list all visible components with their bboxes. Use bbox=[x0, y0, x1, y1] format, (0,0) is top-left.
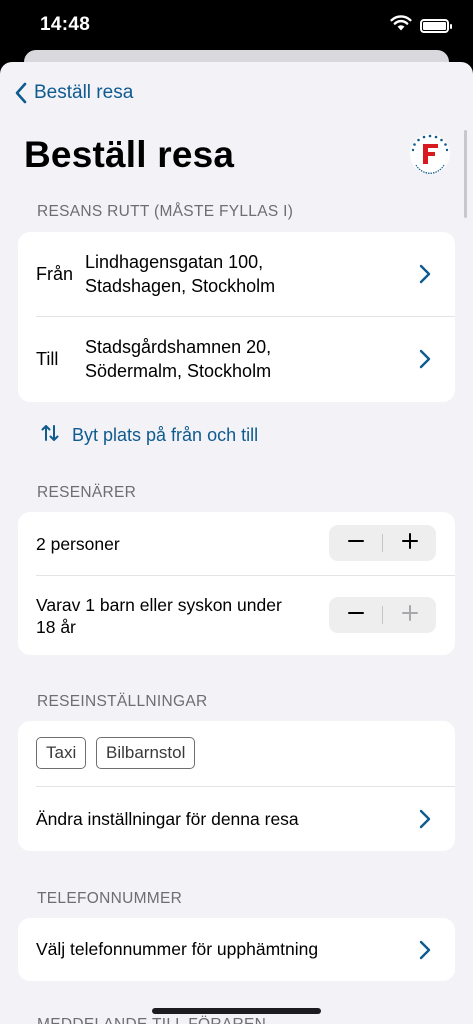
persons-label: 2 personer bbox=[36, 534, 120, 554]
order-trip-sheet: Beställ resa Beställ resa RESANS RUTT (M… bbox=[0, 62, 473, 1024]
persons-increment-button[interactable] bbox=[383, 525, 436, 561]
to-row[interactable]: Till Stadsgårdshamnen 20, Södermalm, Sto… bbox=[18, 317, 455, 402]
chip-taxi: Taxi bbox=[36, 737, 87, 769]
select-phone-row[interactable]: Välj telefonnummer för upphämtning bbox=[18, 918, 455, 981]
chevron-left-icon bbox=[14, 82, 28, 104]
persons-row: 2 personer bbox=[18, 512, 455, 576]
from-label: Från bbox=[36, 264, 74, 284]
swap-label: Byt plats på från och till bbox=[72, 425, 259, 445]
from-address: Lindhagensgatan 100, Stadshagen, Stockho… bbox=[85, 250, 275, 298]
wifi-icon bbox=[390, 15, 412, 36]
phone-section-header: TELEFONNUMMER bbox=[37, 890, 183, 907]
travelers-section-header: RESENÄRER bbox=[37, 484, 137, 501]
from-address-line2: Stadshagen, Stockholm bbox=[85, 276, 276, 296]
driver-message-section-header: MEDDELANDE TILL FÖRAREN bbox=[37, 1016, 266, 1024]
status-bar: 14:48 bbox=[0, 0, 473, 52]
minus-icon bbox=[347, 605, 364, 626]
back-button-label: Beställ resa bbox=[34, 82, 134, 103]
minus-icon bbox=[347, 533, 364, 554]
to-address: Stadsgårdshamnen 20, Södermalm, Stockhol… bbox=[85, 335, 271, 383]
page-title: Beställ resa bbox=[24, 134, 235, 175]
phone-card: Välj telefonnummer för upphämtning bbox=[18, 918, 455, 981]
chevron-right-icon bbox=[419, 264, 431, 289]
from-address-line1: Lindhagensgatan 100, bbox=[85, 252, 264, 272]
to-address-line1: Stadsgårdshamnen 20, bbox=[85, 337, 272, 357]
status-icons bbox=[390, 15, 452, 36]
chevron-right-icon bbox=[419, 349, 431, 374]
chevron-right-icon bbox=[419, 809, 431, 834]
travelers-card: 2 personer Varav 1 barn eller syskon und… bbox=[18, 512, 455, 655]
select-phone-label: Välj telefonnummer för upphämtning bbox=[36, 939, 319, 959]
children-stepper[interactable] bbox=[329, 597, 436, 633]
swap-from-to-button[interactable]: Byt plats på från och till bbox=[40, 423, 258, 448]
children-increment-button[interactable] bbox=[383, 597, 436, 633]
from-row[interactable]: Från Lindhagensgatan 100, Stadshagen, St… bbox=[18, 232, 455, 317]
scroll-indicator[interactable] bbox=[464, 130, 467, 218]
children-label: Varav 1 barn eller syskon under 18 år bbox=[36, 594, 282, 638]
children-row: Varav 1 barn eller syskon under 18 år bbox=[18, 576, 455, 655]
children-decrement-button[interactable] bbox=[329, 597, 382, 633]
to-label: Till bbox=[36, 349, 59, 369]
status-time: 14:48 bbox=[40, 14, 91, 35]
chevron-right-icon bbox=[419, 940, 431, 965]
chip-child-seat: Bilbarnstol bbox=[96, 737, 196, 769]
swap-arrows-icon bbox=[40, 423, 60, 448]
change-settings-label: Ändra inställningar för denna resa bbox=[36, 809, 299, 829]
change-settings-row[interactable]: Ändra inställningar för denna resa bbox=[18, 787, 455, 851]
persons-stepper[interactable] bbox=[329, 525, 436, 561]
settings-chips-row: Taxi Bilbarnstol bbox=[18, 721, 455, 786]
route-section-header: RESANS RUTT (MÅSTE FYLLAS I) bbox=[37, 203, 294, 220]
plus-icon bbox=[401, 604, 418, 626]
persons-decrement-button[interactable] bbox=[329, 525, 382, 561]
route-card: Från Lindhagensgatan 100, Stadshagen, St… bbox=[18, 232, 455, 402]
battery-icon bbox=[420, 18, 452, 33]
settings-section-header: RESEINSTÄLLNINGAR bbox=[37, 693, 208, 710]
settings-card: Taxi Bilbarnstol Ändra inställningar för… bbox=[18, 721, 455, 851]
plus-icon bbox=[401, 532, 418, 554]
home-indicator bbox=[152, 1008, 321, 1014]
back-button[interactable]: Beställ resa bbox=[14, 82, 133, 104]
children-label-line2: 18 år bbox=[36, 617, 76, 637]
to-address-line2: Södermalm, Stockholm bbox=[85, 361, 272, 381]
children-label-line1: Varav 1 barn eller syskon under bbox=[36, 595, 282, 615]
fardtjansten-logo bbox=[408, 132, 452, 176]
